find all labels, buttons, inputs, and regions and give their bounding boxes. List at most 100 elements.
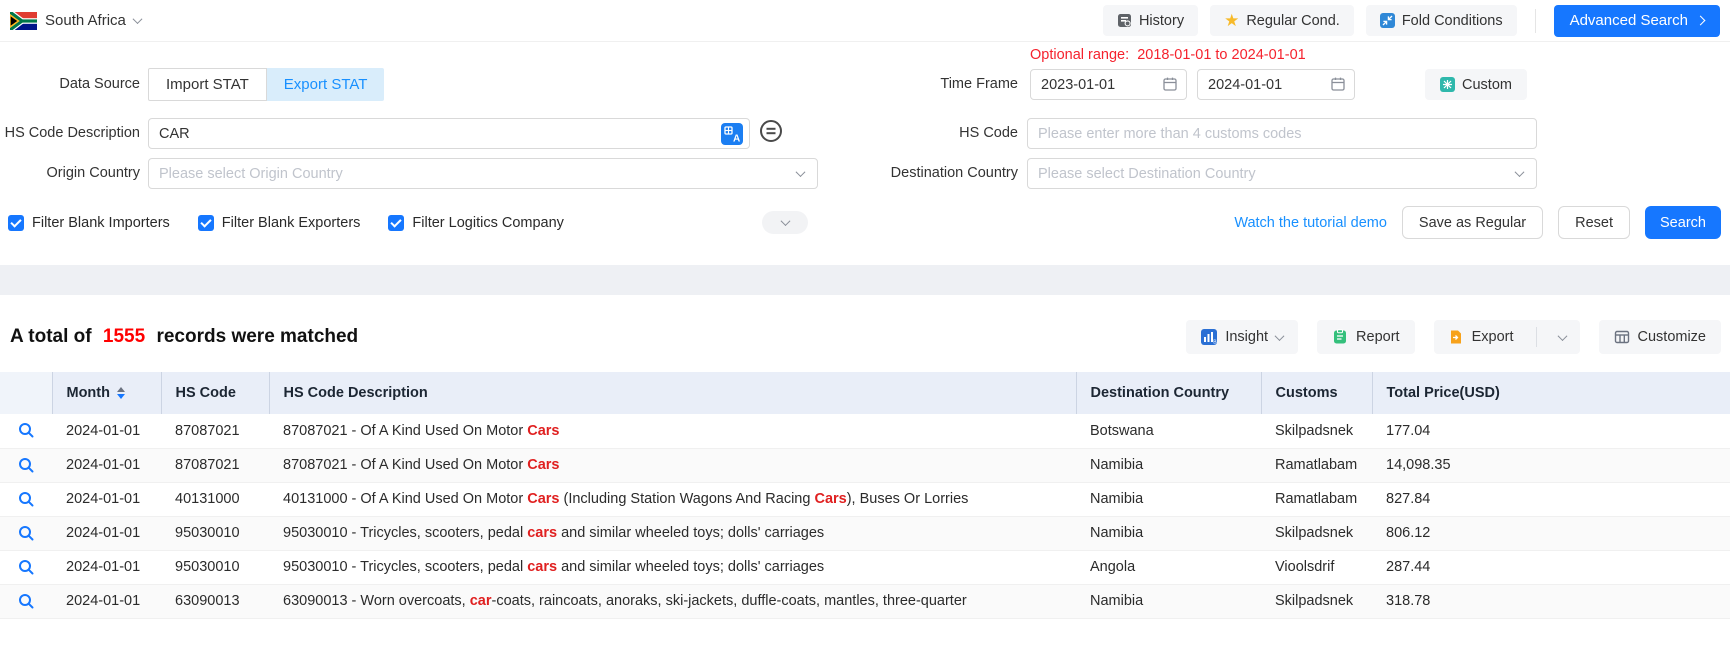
data-source-segmented: Import STAT Export STAT	[148, 68, 384, 101]
collapse-conditions-toggle[interactable]	[762, 211, 808, 234]
insight-button[interactable]: BI Insight	[1186, 320, 1298, 354]
keyword-highlight: Cars	[814, 491, 846, 507]
hs-code-input[interactable]	[1027, 118, 1537, 149]
keyword-highlight: cars	[527, 559, 557, 575]
row-detail-cell	[0, 414, 52, 448]
view-detail-icon[interactable]	[18, 491, 35, 508]
cell-destination: Namibia	[1076, 448, 1261, 482]
summary-prefix: A total of	[10, 326, 92, 347]
cell-description: 63090013 - Worn overcoats, car-coats, ra…	[269, 584, 1076, 618]
cell-hs-code: 95030010	[161, 516, 269, 550]
cell-month: 2024-01-01	[52, 516, 161, 550]
chevron-down-icon	[132, 14, 142, 24]
keyword-highlight: car	[470, 593, 492, 609]
row-detail-cell	[0, 448, 52, 482]
sort-icon[interactable]	[117, 387, 125, 399]
exact-match-toggle[interactable]	[758, 119, 784, 145]
table-row: 2024-01-019503001095030010 - Tricycles, …	[0, 516, 1730, 550]
header-destination: Destination Country	[1076, 372, 1261, 414]
header-month-label: Month	[67, 385, 110, 401]
hs-desc-input[interactable]	[148, 118, 750, 149]
cell-total-price: 14,098.35	[1372, 448, 1730, 482]
search-button[interactable]: Search	[1645, 206, 1721, 239]
view-detail-icon[interactable]	[18, 593, 35, 610]
advanced-search-button[interactable]: Advanced Search	[1554, 5, 1720, 37]
cell-destination: Namibia	[1076, 516, 1261, 550]
reset-button[interactable]: Reset	[1558, 206, 1630, 239]
filter-label: Filter Logitics Company	[412, 215, 564, 231]
chevron-down-icon	[1275, 331, 1285, 341]
report-icon	[1332, 329, 1348, 345]
cell-customs: Ramatlabam	[1261, 448, 1372, 482]
record-count: 1555	[103, 326, 145, 347]
origin-country-label: Origin Country	[0, 157, 140, 189]
cell-destination: Namibia	[1076, 482, 1261, 516]
fold-conditions-label: Fold Conditions	[1402, 13, 1503, 29]
cell-customs: Ramatlabam	[1261, 482, 1372, 516]
cell-total-price: 806.12	[1372, 516, 1730, 550]
cell-description: 95030010 - Tricycles, scooters, pedal ca…	[269, 516, 1076, 550]
header-month[interactable]: Month	[52, 372, 161, 414]
chevron-down-icon	[1557, 331, 1567, 341]
tutorial-link[interactable]: Watch the tutorial demo	[1234, 215, 1387, 231]
view-detail-icon[interactable]	[18, 559, 35, 576]
fold-conditions-button[interactable]: Fold Conditions	[1366, 5, 1517, 36]
header-total-price: Total Price(USD)	[1372, 372, 1730, 414]
filter-blank-importers-checkbox[interactable]: Filter Blank Importers	[8, 215, 170, 231]
header-hs-code: HS Code	[161, 372, 269, 414]
table-row: 2024-01-014013100040131000 - Of A Kind U…	[0, 482, 1730, 516]
report-label: Report	[1356, 329, 1400, 345]
checkbox-checked-icon	[198, 215, 214, 231]
export-dropdown[interactable]	[1545, 320, 1580, 354]
country-name: South Africa	[45, 12, 126, 29]
filter-logitics-company-checkbox[interactable]: Filter Logitics Company	[388, 215, 564, 231]
country-selector[interactable]: South Africa	[10, 12, 141, 30]
view-detail-icon[interactable]	[18, 525, 35, 542]
view-detail-icon[interactable]	[18, 422, 35, 439]
chevron-down-icon	[780, 216, 790, 226]
results-table: Month HS Code HS Code Description Destin…	[0, 372, 1730, 619]
export-button-group: Export	[1434, 320, 1580, 354]
export-button[interactable]: Export	[1434, 320, 1528, 354]
results-toolbar: A total of 1555 records were matched BI …	[0, 295, 1730, 372]
insight-icon: BI	[1201, 329, 1217, 345]
regular-cond-label: Regular Cond.	[1246, 13, 1340, 29]
import-stat-tab[interactable]: Import STAT	[148, 68, 267, 101]
table-body: 2024-01-018708702187087021 - Of A Kind U…	[0, 414, 1730, 618]
custom-button[interactable]: Custom	[1425, 69, 1527, 100]
table-header-row: Month HS Code HS Code Description Destin…	[0, 372, 1730, 414]
hs-desc-label: HS Code Description	[0, 117, 140, 149]
table-row: 2024-01-018708702187087021 - Of A Kind U…	[0, 448, 1730, 482]
svg-text:BI: BI	[1214, 340, 1218, 346]
keyword-highlight: cars	[527, 525, 557, 541]
cell-destination: Angola	[1076, 550, 1261, 584]
cell-customs: Skilpadsnek	[1261, 516, 1372, 550]
report-button[interactable]: Report	[1317, 320, 1415, 354]
view-detail-icon[interactable]	[18, 457, 35, 474]
history-button[interactable]: History	[1103, 5, 1198, 36]
regular-cond-button[interactable]: ★ Regular Cond.	[1210, 5, 1354, 36]
filter-label: Filter Blank Importers	[32, 215, 170, 231]
customize-button[interactable]: Customize	[1599, 320, 1722, 354]
cell-hs-code: 87087021	[161, 448, 269, 482]
cell-hs-code: 63090013	[161, 584, 269, 618]
history-icon	[1117, 13, 1132, 28]
form-actions: Watch the tutorial demo Save as Regular …	[1234, 206, 1721, 239]
cell-month: 2024-01-01	[52, 414, 161, 448]
export-stat-tab[interactable]: Export STAT	[267, 68, 385, 101]
cell-month: 2024-01-01	[52, 482, 161, 516]
keyword-highlight: Cars	[527, 423, 559, 439]
caret-up-icon	[117, 387, 125, 392]
origin-country-select[interactable]	[148, 158, 818, 189]
chevron-right-icon	[1696, 16, 1706, 26]
fold-conditions-icon	[1380, 13, 1395, 28]
translate-icon[interactable]: A	[721, 123, 743, 150]
destination-country-select[interactable]	[1027, 158, 1537, 189]
cell-month: 2024-01-01	[52, 584, 161, 618]
calendar-icon	[1330, 76, 1346, 97]
star-icon: ★	[1224, 12, 1239, 29]
save-as-regular-button[interactable]: Save as Regular	[1402, 206, 1543, 239]
filter-blank-exporters-checkbox[interactable]: Filter Blank Exporters	[198, 215, 361, 231]
cell-month: 2024-01-01	[52, 550, 161, 584]
section-divider	[0, 265, 1730, 295]
